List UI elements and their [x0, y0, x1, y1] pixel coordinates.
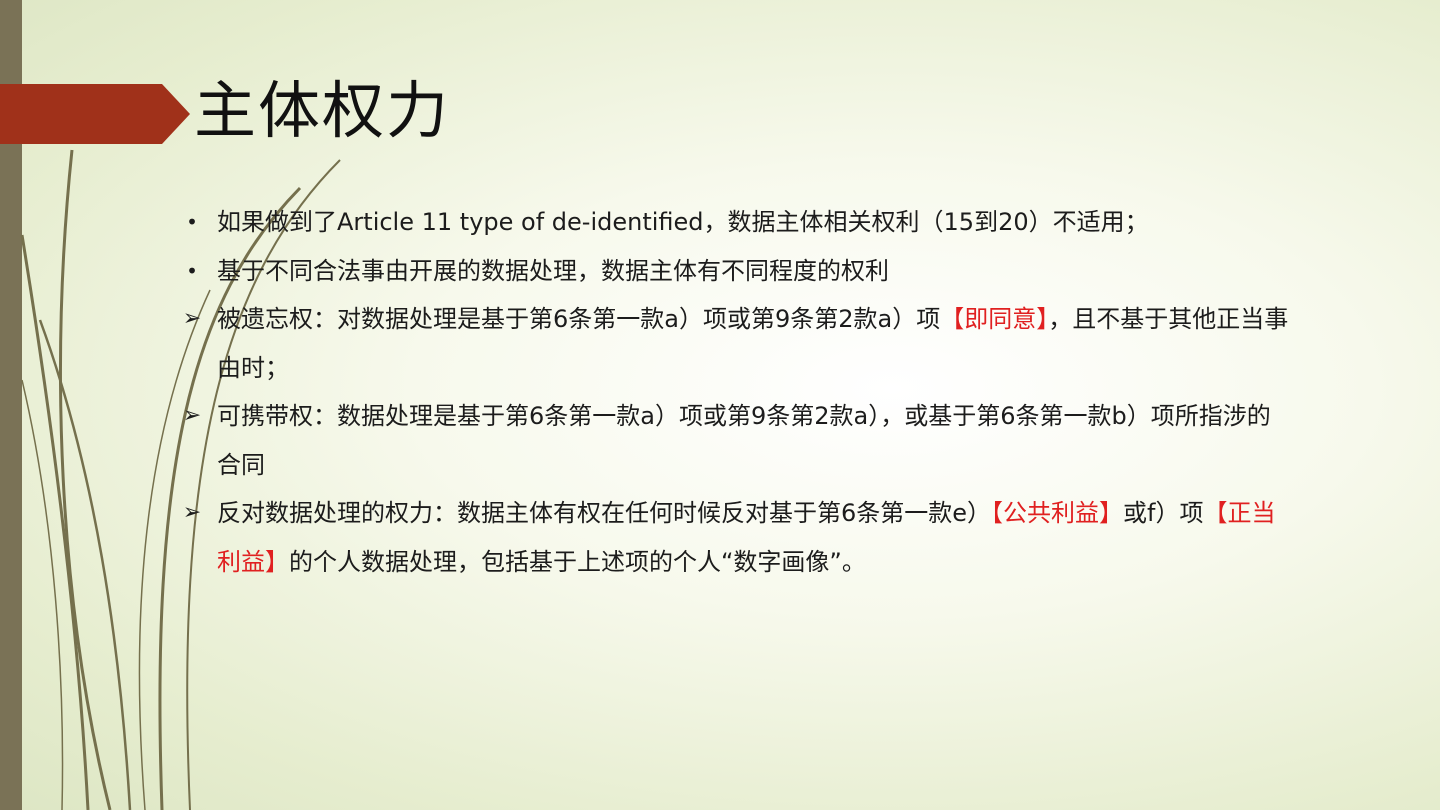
bullet-marker: •: [186, 258, 198, 283]
list-item: • 如果做到了Article 11 type of de-identified，…: [180, 198, 1290, 247]
item-text: 如果做到了Article 11 type of de-identified，数据…: [217, 208, 1149, 236]
slide-title: 主体权力: [194, 74, 451, 147]
highlight-text: 【公共利益】: [991, 499, 1124, 527]
bullet-marker: •: [186, 210, 198, 234]
item-text: 基于不同合法事由开展的数据处理，数据主体有不同程度的权利: [217, 256, 889, 285]
arrow-marker: ➢: [182, 500, 202, 525]
title-arrow-shape: [0, 84, 190, 144]
bullet-list: • 如果做到了Article 11 type of de-identified，…: [180, 198, 1290, 586]
item-text: 或f）项: [1123, 499, 1204, 527]
arrow-marker: ➢: [182, 403, 202, 428]
list-item: • 基于不同合法事由开展的数据处理，数据主体有不同程度的权利: [180, 247, 1290, 296]
item-text: 被遗忘权：对数据处理是基于第6条第一款a）项或第9条第2款a）项: [217, 305, 941, 333]
arrow-marker: ➢: [182, 306, 202, 331]
list-item: ➢ 可携带权：数据处理是基于第6条第一款a）项或第9条第2款a），或基于第6条第…: [180, 392, 1290, 489]
list-item: ➢ 被遗忘权：对数据处理是基于第6条第一款a）项或第9条第2款a）项【即同意】，…: [180, 295, 1290, 392]
item-text: 可携带权：数据处理是基于第6条第一款a）项或第9条第2款a），或基于第6条第一款…: [217, 402, 1271, 479]
list-item: ➢ 反对数据处理的权力：数据主体有权在任何时候反对基于第6条第一款e）【公共利益…: [180, 489, 1290, 586]
item-text: 反对数据处理的权力：数据主体有权在任何时候反对基于第6条第一款e）: [217, 499, 992, 527]
item-text: 的个人数据处理，包括基于上述项的个人“数字画像”。: [289, 547, 866, 576]
highlight-text: 【即同意】: [940, 305, 1049, 333]
